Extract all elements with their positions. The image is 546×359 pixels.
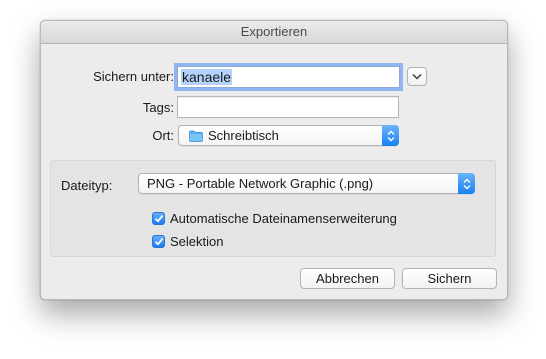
dialog-title: Exportieren bbox=[41, 21, 507, 44]
save-as-label: Sichern unter: bbox=[93, 69, 174, 84]
expand-dialog-button[interactable] bbox=[407, 67, 427, 86]
tags-label: Tags: bbox=[142, 100, 174, 115]
checkmark-icon bbox=[154, 238, 163, 246]
checkmark-icon bbox=[154, 215, 163, 223]
format-popup-arrows bbox=[458, 173, 475, 194]
cancel-button[interactable]: Abbrechen bbox=[300, 268, 395, 289]
save-button[interactable]: Sichern bbox=[402, 268, 497, 289]
options-panel: Dateityp: PNG - Portable Network Graphic… bbox=[50, 160, 496, 257]
selection-checkbox[interactable] bbox=[152, 235, 165, 248]
format-label: Dateityp: bbox=[61, 178, 113, 193]
folder-icon bbox=[189, 130, 203, 142]
save-as-value: kanaele bbox=[181, 69, 233, 85]
updown-arrows-icon bbox=[463, 178, 470, 189]
save-as-input[interactable]: kanaele bbox=[177, 66, 400, 88]
tags-input[interactable] bbox=[177, 96, 399, 118]
location-popup-arrows bbox=[382, 125, 399, 146]
location-popup[interactable]: Schreibtisch bbox=[178, 125, 399, 146]
location-label: Ort: bbox=[152, 128, 174, 143]
format-popup[interactable]: PNG - Portable Network Graphic (.png) bbox=[138, 173, 475, 194]
location-value: Schreibtisch bbox=[208, 128, 279, 143]
auto-extension-label: Automatische Dateinamenserweiterung bbox=[170, 211, 397, 226]
format-value: PNG - Portable Network Graphic (.png) bbox=[147, 176, 374, 191]
updown-arrows-icon bbox=[387, 130, 394, 141]
export-dialog: Exportieren Sichern unter: kanaele Tags:… bbox=[40, 20, 508, 300]
chevron-down-icon bbox=[412, 73, 422, 80]
selection-label: Selektion bbox=[170, 234, 224, 249]
auto-extension-checkbox[interactable] bbox=[152, 212, 165, 225]
